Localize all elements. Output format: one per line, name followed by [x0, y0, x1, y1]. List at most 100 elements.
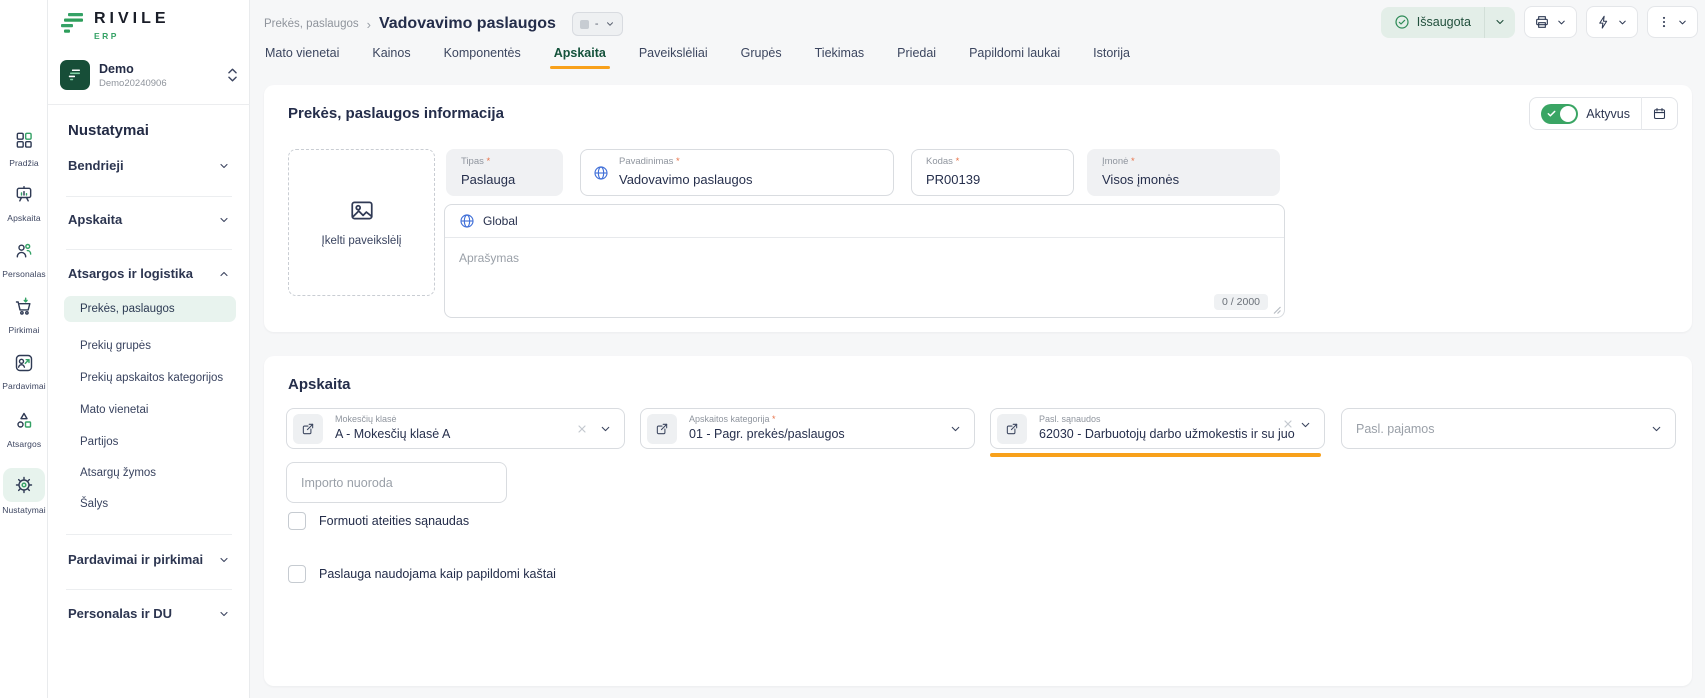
tab-grupes[interactable]: Grupės	[740, 44, 783, 69]
toggle-knob	[1560, 106, 1576, 122]
account-avatar	[60, 60, 90, 90]
group-label: Pardavimai ir pirkimai	[68, 552, 203, 567]
field-value: Paslauga	[461, 172, 515, 187]
sidebar-item-atsargu-zymos[interactable]: Atsargų žymos	[80, 467, 156, 479]
field-placeholder: Pasl. pajamos	[1356, 409, 1435, 448]
rail-item-atsargos[interactable]: Atsargos	[0, 406, 48, 449]
tab-bar: Mato vienetai Kainos Komponentės Apskait…	[264, 44, 1131, 69]
print-button[interactable]	[1524, 6, 1577, 38]
open-record-button[interactable]	[293, 414, 323, 444]
description-box: Global 0 / 2000	[444, 204, 1285, 318]
rivile-logo-icon	[60, 10, 86, 36]
field-label: Kodas	[926, 156, 959, 167]
open-record-button[interactable]	[997, 414, 1027, 444]
tab-mato-vienetai[interactable]: Mato vienetai	[264, 44, 340, 69]
rail-item-apskaita[interactable]: Apskaita	[0, 180, 48, 223]
saved-split-button[interactable]: Išsaugota	[1381, 7, 1515, 38]
mokesciu-klase-select[interactable]: Mokesčių klasė A - Mokesčių klasė A	[286, 408, 625, 449]
gear-icon	[3, 468, 45, 502]
language-label: Global	[483, 214, 518, 228]
rail-item-pradzia[interactable]: Pradžia	[0, 125, 48, 168]
tab-komponentes[interactable]: Komponentės	[443, 44, 522, 69]
account-code: Demo20240906	[99, 78, 167, 89]
sidebar-item-prekes-paslaugos[interactable]: Prekės, paslaugos	[64, 296, 236, 322]
pavadinimas-input[interactable]	[619, 172, 869, 187]
resize-handle-icon[interactable]	[1271, 304, 1281, 314]
actions-button[interactable]	[1586, 6, 1638, 38]
papildomi-kastai-checkbox-row[interactable]: Paslauga naudojama kaip papildomi kaštai	[288, 565, 556, 583]
kodas-input[interactable]	[926, 172, 1056, 187]
upload-label: Įkelti paveikslėlį	[322, 235, 402, 247]
brand-name: RIVILE	[94, 10, 170, 27]
tab-paveiksleliai[interactable]: Paveikslėliai	[638, 44, 709, 69]
pasl-pajamos-select[interactable]: Pasl. pajamos	[1341, 408, 1676, 449]
external-link-icon	[301, 422, 315, 436]
checkbox-icon[interactable]	[288, 565, 306, 583]
card-title: Prekės, paslaugos informacija	[288, 105, 504, 122]
group-label: Apskaita	[68, 212, 122, 227]
page-title: Vadovavimo paslaugos	[379, 15, 556, 33]
kodas-field[interactable]: Kodas	[911, 149, 1074, 196]
tab-papildomi-laukai[interactable]: Papildomi laukai	[968, 44, 1061, 69]
clear-icon[interactable]	[1282, 418, 1294, 430]
sidebar-item-prekiu-grupes[interactable]: Prekių grupės	[80, 340, 151, 352]
variant-select[interactable]: -	[572, 12, 623, 36]
account-switcher[interactable]: Demo Demo20240906	[60, 60, 238, 90]
rail-item-label: Pirkimai	[0, 325, 48, 335]
tab-kainos[interactable]: Kainos	[371, 44, 411, 69]
rail-item-label: Pradžia	[0, 158, 48, 168]
brand-logo[interactable]: RIVILE ERP	[60, 10, 170, 41]
sidebar-group-pardavimai-pirkimai[interactable]: Pardavimai ir pirkimai	[68, 552, 230, 567]
checkbox-icon[interactable]	[288, 512, 306, 530]
variant-swatch-icon	[580, 20, 589, 29]
toggle-label: Aktyvus	[1586, 107, 1630, 121]
rail-item-pardavimai[interactable]: Pardavimai	[0, 348, 48, 391]
sidebar-group-personalas-du[interactable]: Personalas ir DU	[68, 606, 230, 621]
calendar-button[interactable]	[1642, 106, 1677, 121]
description-textarea[interactable]	[445, 239, 1284, 295]
shapes-icon	[5, 406, 43, 436]
importo-nuoroda-input[interactable]	[286, 462, 507, 503]
cart-icon	[5, 292, 43, 322]
tab-tiekimas[interactable]: Tiekimas	[814, 44, 866, 69]
breadcrumb-parent[interactable]: Prekės, paslaugos	[264, 18, 359, 30]
rail-item-personalas[interactable]: Personalas	[0, 236, 48, 279]
tab-istorija[interactable]: Istorija	[1092, 44, 1131, 69]
open-record-button[interactable]	[647, 414, 677, 444]
person-arrow-icon	[5, 348, 43, 378]
pasl-sanaudos-select[interactable]: Pasl. sąnaudos 62030 - Darbuotojų darbo …	[990, 408, 1325, 449]
apskaitos-kategorija-select[interactable]: Apskaitos kategorija 01 - Pagr. prekės/p…	[640, 408, 975, 449]
field-value: A - Mokesčių klasė A	[335, 427, 572, 441]
saved-caret-button[interactable]	[1485, 16, 1515, 28]
language-tab-global[interactable]: Global	[445, 205, 1284, 238]
sidebar-item-salys[interactable]: Šalys	[80, 498, 108, 510]
chevron-down-icon	[1617, 17, 1628, 28]
sidebar-group-bendrieji[interactable]: Bendrieji	[68, 158, 230, 173]
field-label: Pavadinimas	[619, 156, 680, 167]
lightning-icon	[1596, 15, 1611, 30]
sidebar-item-prekiu-apskaitos-kategorijos[interactable]: Prekių apskaitos kategorijos	[80, 372, 223, 384]
brand-sub: ERP	[94, 31, 170, 41]
formuoti-ateities-sanaudas-checkbox-row[interactable]: Formuoti ateities sąnaudas	[288, 512, 469, 530]
tab-priedai[interactable]: Priedai	[896, 44, 937, 69]
chevron-up-icon	[218, 268, 230, 280]
tab-apskaita[interactable]: Apskaita	[553, 44, 607, 69]
icon-rail: Pradžia Apskaita Personalas Pirkimai	[0, 0, 48, 698]
image-upload-dropzone[interactable]: Įkelti paveikslėlį	[288, 149, 435, 296]
sidebar-group-apskaita[interactable]: Apskaita	[68, 212, 230, 227]
more-menu-button[interactable]	[1647, 6, 1698, 38]
rail-item-pirkimai[interactable]: Pirkimai	[0, 292, 48, 335]
pavadinimas-field[interactable]: Pavadinimas	[580, 149, 894, 196]
rail-item-label: Apskaita	[0, 213, 48, 223]
clear-icon[interactable]	[576, 423, 588, 435]
printer-icon	[1534, 14, 1550, 30]
sidebar-group-atsargos-logistika[interactable]: Atsargos ir logistika	[68, 266, 230, 281]
field-label: Apskaitos kategorija	[689, 414, 776, 424]
toggle-switch[interactable]	[1541, 104, 1578, 124]
rail-item-nustatymai[interactable]: Nustatymai	[0, 468, 48, 515]
sidebar-item-mato-vienetai[interactable]: Mato vienetai	[80, 404, 148, 416]
sidebar-item-partijos[interactable]: Partijos	[80, 436, 118, 448]
check-circle-icon	[1394, 14, 1410, 30]
chevron-down-icon	[1299, 419, 1312, 432]
active-toggle[interactable]: Aktyvus	[1530, 104, 1641, 124]
